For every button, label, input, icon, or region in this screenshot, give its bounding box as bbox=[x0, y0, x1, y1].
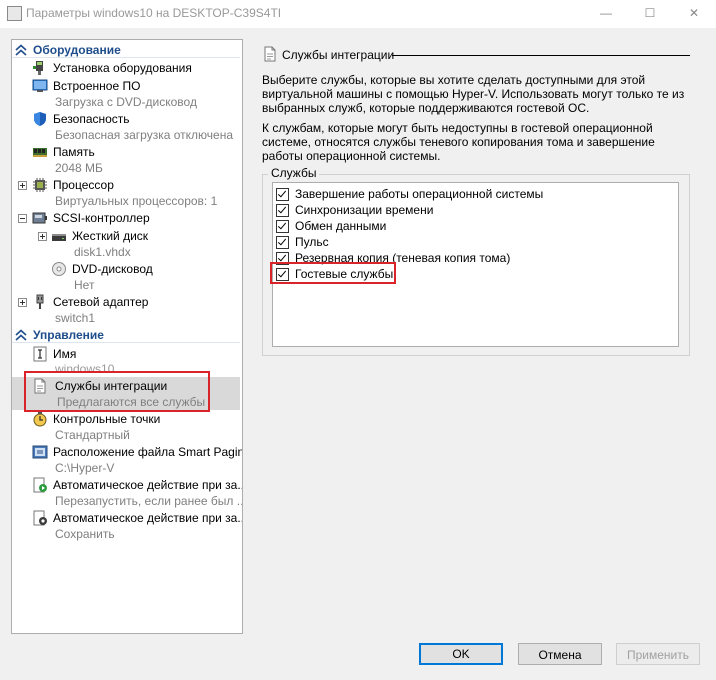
network-label: Сетевой адаптер bbox=[53, 295, 149, 309]
processor-sub: Виртуальных процессоров: 1 bbox=[55, 194, 218, 208]
panel-description-2: К службам, которые могут быть недоступны… bbox=[262, 121, 655, 163]
tree-item-checkpoints[interactable]: Контрольные точки bbox=[12, 411, 240, 427]
tree-item-dvd-drive[interactable]: DVD-дисковод bbox=[12, 261, 240, 277]
smart-paging-label: Расположение файла Smart Paging bbox=[53, 445, 243, 459]
hard-disk-icon bbox=[52, 234, 66, 241]
auto-start-label: Автоматическое действие при за... bbox=[53, 478, 243, 492]
service-label: Обмен данными bbox=[295, 219, 387, 233]
tree-item-hard-disk[interactable]: Жесткий диск bbox=[12, 228, 240, 244]
tree-item-security[interactable]: Безопасность bbox=[12, 111, 240, 127]
highlight-integration-services bbox=[24, 371, 210, 412]
firmware-label: Встроенное ПО bbox=[53, 79, 141, 93]
scsi-label: SCSI-контроллер bbox=[53, 211, 150, 225]
tree-item-network-adapter[interactable]: Сетевой адаптер bbox=[12, 294, 240, 310]
network-sub: switch1 bbox=[55, 311, 96, 325]
smart-paging-icon bbox=[32, 445, 48, 459]
tree-item-name[interactable]: Имя bbox=[12, 346, 240, 362]
panel-title: Службы интеграции bbox=[282, 48, 395, 62]
hardware-category[interactable]: Оборудование bbox=[14, 43, 121, 57]
service-checkbox[interactable] bbox=[276, 187, 289, 201]
hardware-header: Оборудование bbox=[33, 43, 121, 57]
tree-item-memory[interactable]: Память bbox=[12, 144, 240, 160]
add-hardware-icon bbox=[33, 61, 43, 75]
service-item-shutdown[interactable]: Завершение работы операционной системы bbox=[276, 186, 543, 202]
name-label: Имя bbox=[53, 347, 77, 361]
panel-description-1: Выберите службы, которые вы хотите сдела… bbox=[262, 73, 685, 115]
tree-item-add-hardware[interactable]: Установка оборудования bbox=[12, 60, 240, 76]
service-label: Завершение работы операционной системы bbox=[295, 187, 544, 201]
service-checkbox[interactable] bbox=[276, 219, 289, 233]
shield-icon bbox=[34, 112, 46, 126]
smart-paging-sub: C:\Hyper-V bbox=[55, 461, 115, 475]
scsi-controller-icon bbox=[32, 212, 47, 224]
panel-title-divider bbox=[392, 55, 690, 56]
checkpoint-icon bbox=[33, 412, 47, 427]
security-label: Безопасность bbox=[53, 112, 130, 126]
collapse-chevron-icon[interactable] bbox=[14, 329, 28, 341]
apply-button[interactable]: Применить bbox=[616, 643, 700, 665]
network-adapter-icon bbox=[36, 294, 44, 309]
maximize-button[interactable]: ☐ bbox=[628, 2, 672, 24]
tree-item-scsi-controller[interactable]: SCSI-контроллер bbox=[12, 210, 240, 226]
memory-icon bbox=[33, 148, 47, 157]
processor-label: Процессор bbox=[53, 178, 114, 192]
checkpoints-sub: Стандартный bbox=[55, 428, 130, 442]
tree-item-auto-start-action[interactable]: Автоматическое действие при за... bbox=[12, 477, 243, 493]
tree-item-processor[interactable]: Процессор bbox=[12, 177, 240, 193]
services-group-label: Службы bbox=[268, 166, 320, 180]
integration-services-icon bbox=[264, 46, 276, 62]
window-title: Параметры windows10 на DESKTOP-C39S4TI bbox=[26, 6, 282, 20]
auto-stop-icon bbox=[33, 510, 47, 526]
service-item-time-sync[interactable]: Синхронизации времени bbox=[276, 202, 433, 218]
dvd-label: DVD-дисковод bbox=[72, 262, 153, 276]
add-hardware-label: Установка оборудования bbox=[53, 61, 192, 75]
title-bar: Параметры windows10 на DESKTOP-C39S4TI —… bbox=[0, 0, 716, 28]
security-sub: Безопасная загрузка отключена bbox=[55, 128, 234, 142]
firmware-icon bbox=[32, 79, 48, 92]
auto-stop-label: Автоматическое действие при за... bbox=[53, 511, 243, 525]
cancel-button[interactable]: Отмена bbox=[518, 643, 602, 665]
processor-icon bbox=[33, 178, 47, 192]
collapse-chevron-icon[interactable] bbox=[14, 44, 28, 56]
management-category[interactable]: Управление bbox=[14, 328, 104, 342]
service-checkbox[interactable] bbox=[276, 235, 289, 249]
window-icon bbox=[7, 6, 22, 21]
minimize-button[interactable]: — bbox=[584, 2, 628, 24]
checkpoints-label: Контрольные точки bbox=[53, 412, 161, 426]
highlight-guest-services bbox=[270, 262, 396, 284]
tree-item-firmware[interactable]: Встроенное ПО bbox=[12, 78, 240, 94]
dvd-sub: Нет bbox=[74, 278, 95, 292]
management-header: Управление bbox=[33, 328, 104, 342]
memory-label: Память bbox=[53, 145, 95, 159]
ok-button[interactable]: OK bbox=[419, 643, 503, 665]
firmware-sub: Загрузка с DVD-дисковод bbox=[55, 95, 197, 109]
tree-item-auto-stop-action[interactable]: Автоматическое действие при за... bbox=[12, 510, 243, 526]
tree-item-smart-paging[interactable]: Расположение файла Smart Paging bbox=[12, 444, 243, 460]
hard-disk-label: Жесткий диск bbox=[72, 229, 149, 243]
service-label: Синхронизации времени bbox=[295, 203, 434, 217]
service-item-heartbeat[interactable]: Пульс bbox=[276, 234, 329, 250]
auto-stop-sub: Сохранить bbox=[55, 527, 115, 541]
hard-disk-sub: disk1.vhdx bbox=[74, 245, 131, 259]
service-checkbox[interactable] bbox=[276, 203, 289, 217]
memory-sub: 2048 МБ bbox=[55, 161, 103, 175]
name-icon bbox=[33, 346, 47, 362]
dvd-icon bbox=[52, 262, 66, 276]
auto-start-icon bbox=[33, 477, 47, 493]
settings-tree[interactable]: Оборудование Установка оборудования Встр… bbox=[11, 39, 243, 634]
close-button[interactable]: ✕ bbox=[672, 2, 716, 24]
auto-start-sub: Перезапустить, если ранее был ... bbox=[55, 494, 243, 508]
service-label: Пульс bbox=[295, 235, 329, 249]
service-item-data-exchange[interactable]: Обмен данными bbox=[276, 218, 386, 234]
